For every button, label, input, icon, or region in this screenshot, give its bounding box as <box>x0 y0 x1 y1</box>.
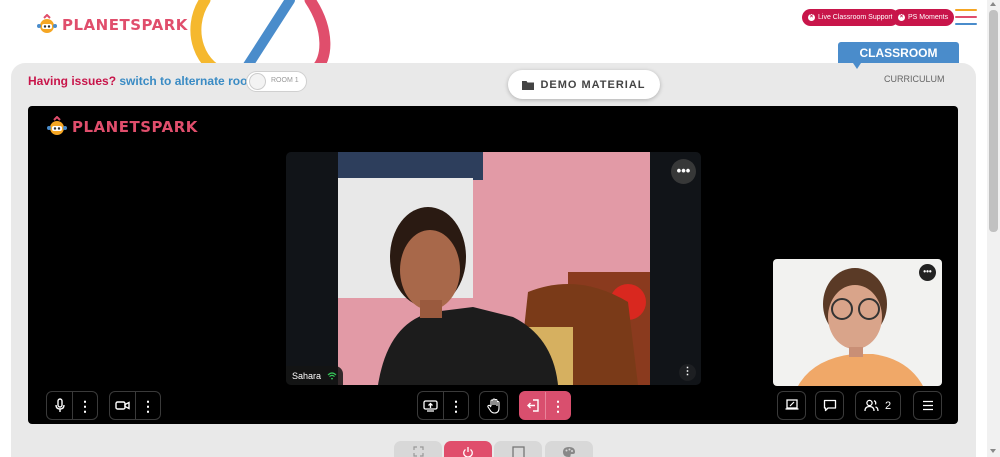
microphone-control[interactable]: ⋮ <box>46 391 98 420</box>
camera-button[interactable] <box>110 392 135 419</box>
whiteboard-button[interactable] <box>777 391 806 420</box>
palette-icon <box>563 447 575 457</box>
exit-class-button[interactable] <box>520 392 545 419</box>
alternate-room-prompt: Having issues? switch to alternate room <box>28 74 258 88</box>
student-video-feed <box>338 152 650 385</box>
microphone-button[interactable] <box>47 392 72 419</box>
fullscreen-button[interactable] <box>394 441 442 457</box>
stage-planetspark-logo: PLANETSPARK <box>46 116 198 138</box>
close-icon: × <box>808 14 815 21</box>
exit-class-icon <box>526 399 539 412</box>
hamburger-icon[interactable] <box>955 9 977 27</box>
participants-icon <box>864 399 879 412</box>
whiteboard-icon <box>785 399 798 410</box>
video-stage: PLANETSPARK ••• Sahara ⋮ ••• ⋮ ⋮ ⋮ ⋮ 2 <box>28 106 958 424</box>
switch-room-link[interactable]: switch to alternate room <box>119 74 258 88</box>
page-scrollbar[interactable] <box>987 0 1000 457</box>
exit-class-control[interactable]: ⋮ <box>519 391 571 420</box>
raise-hand-icon <box>486 397 500 414</box>
scroll-thumb[interactable] <box>989 10 998 232</box>
screen-share-control[interactable]: ⋮ <box>417 391 469 420</box>
camera-options-button[interactable]: ⋮ <box>135 392 160 419</box>
close-icon: × <box>898 14 905 21</box>
tab-classroom[interactable]: CLASSROOM <box>838 42 959 63</box>
wifi-icon <box>327 371 337 379</box>
teacher-video[interactable]: ••• <box>773 259 942 386</box>
teacher-video-more-button[interactable]: ••• <box>919 264 936 281</box>
ps-moments-label: PS Moments <box>908 14 949 21</box>
kebab-icon: ⋮ <box>141 397 155 414</box>
rocket-mascot-icon <box>37 14 57 33</box>
screen-share-button[interactable] <box>418 392 443 419</box>
participant-name: Sahara <box>292 370 322 381</box>
chat-button[interactable] <box>815 391 844 420</box>
issues-label: Having issues? <box>28 74 117 88</box>
tab-active-caret <box>853 63 861 69</box>
logo-text: PLANETSPARK <box>62 16 188 34</box>
main-video-more-button[interactable]: ••• <box>671 159 696 184</box>
square-icon <box>511 446 525 457</box>
live-classroom-support-button[interactable]: × Live Classroom Support <box>802 9 899 26</box>
kebab-icon: ⋮ <box>551 397 565 414</box>
demo-material-button[interactable]: DEMO MATERIAL <box>508 70 660 99</box>
live-support-label: Live Classroom Support <box>818 14 893 21</box>
list-menu-icon <box>922 400 933 411</box>
kebab-icon: ⋮ <box>78 397 92 414</box>
logo-text: PLANETSPARK <box>72 118 198 136</box>
fullscreen-icon <box>412 446 424 457</box>
demo-material-label: DEMO MATERIAL <box>540 78 646 91</box>
room-toggle[interactable]: ROOM 1 <box>246 71 307 92</box>
participant-count: 2 <box>885 399 892 412</box>
microphone-icon <box>54 398 65 412</box>
power-icon <box>463 447 473 457</box>
main-participant-video[interactable]: ••• Sahara ⋮ <box>286 152 701 385</box>
camera-control[interactable]: ⋮ <box>109 391 161 420</box>
scroll-down-arrow[interactable] <box>990 449 996 453</box>
rocket-mascot-icon <box>47 116 67 135</box>
student-video-image <box>338 152 650 385</box>
power-button[interactable] <box>444 441 492 457</box>
exit-class-options-button[interactable]: ⋮ <box>545 392 570 419</box>
square-button[interactable] <box>494 441 542 457</box>
ps-moments-button[interactable]: × PS Moments <box>892 9 955 26</box>
palette-button[interactable] <box>545 441 593 457</box>
tab-curriculum[interactable]: CURRICULUM <box>884 74 945 84</box>
room-toggle-label: ROOM 1 <box>271 77 299 84</box>
video-camera-icon <box>115 401 130 410</box>
video-options-button[interactable]: ⋮ <box>679 364 696 381</box>
participant-name-tag: Sahara <box>286 366 344 385</box>
planetspark-logo[interactable]: PLANETSPARK <box>36 14 188 36</box>
teacher-video-image <box>773 259 942 386</box>
microphone-options-button[interactable]: ⋮ <box>72 392 97 419</box>
folder-icon <box>522 80 535 90</box>
participants-button[interactable]: 2 <box>855 391 901 420</box>
raise-hand-button[interactable] <box>479 391 508 420</box>
chat-icon <box>823 399 836 412</box>
scroll-up-arrow[interactable] <box>990 2 996 6</box>
kebab-icon: ⋮ <box>449 397 463 414</box>
toggle-knob <box>249 73 266 90</box>
screen-share-options-button[interactable]: ⋮ <box>443 392 468 419</box>
list-menu-button[interactable] <box>913 391 942 420</box>
screen-share-icon <box>423 399 438 412</box>
